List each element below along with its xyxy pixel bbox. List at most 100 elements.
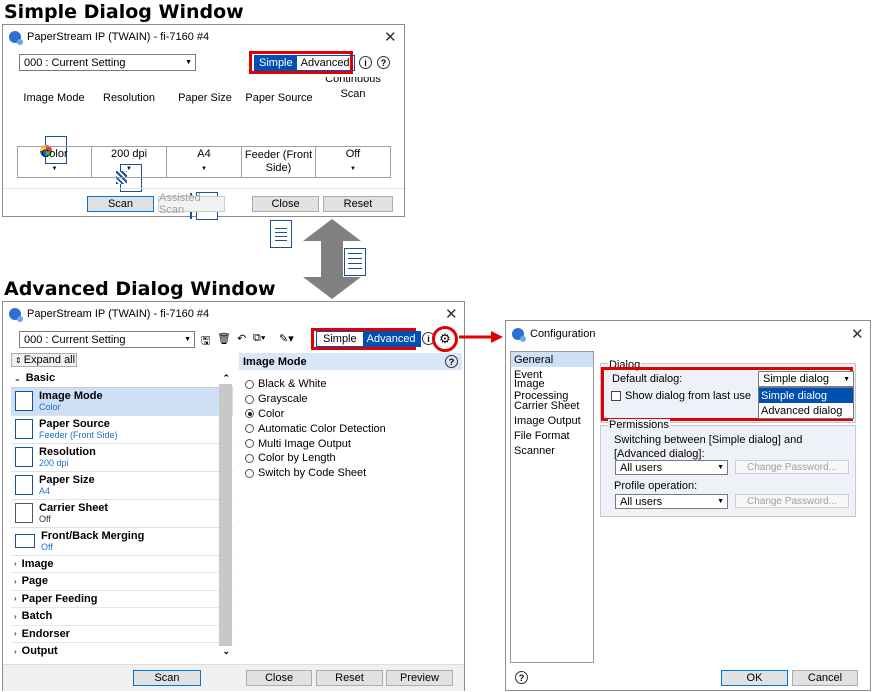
tree-scrollbar[interactable] (219, 384, 232, 646)
category-output[interactable]: › Output ⌄ (11, 643, 233, 660)
nav-item-paper-size[interactable]: Paper Size A4 (11, 472, 233, 500)
option-color[interactable]: Color (245, 407, 455, 422)
change-password-button-1[interactable]: Change Password... (735, 460, 849, 474)
category-label: Image (21, 557, 54, 570)
scroll-up-icon[interactable]: ⌃ (222, 373, 230, 384)
paper-source-select[interactable]: Feeder (Front Side) (242, 146, 316, 178)
config-titlebar: Configuration (506, 321, 870, 347)
category-paper-feeding[interactable]: › Paper Feeding (11, 591, 233, 608)
nav-item-value: Feeder (Front Side) (39, 429, 118, 440)
info-icon[interactable]: i (359, 56, 372, 69)
advanced-mode-highlight: Simple Advanced (311, 328, 421, 350)
paper-source-icon (15, 419, 33, 439)
nav-item-carrier-sheet[interactable]: Carrier Sheet Off (11, 500, 233, 528)
category-label: Endorser (21, 627, 70, 640)
resolution-select[interactable]: 200 dpi ▼ (92, 146, 167, 178)
category-page[interactable]: › Page (11, 573, 233, 591)
edit-icon[interactable]: ✎▾ (279, 332, 294, 345)
preview-button[interactable]: Preview (386, 670, 453, 686)
nav-item-image-mode[interactable]: Image Mode Color (11, 387, 233, 416)
delete-icon[interactable]: 🗑 (217, 332, 231, 345)
copy-icon[interactable]: ⧉▾ (253, 332, 265, 345)
switching-permission-select[interactable]: All users ▼ (615, 460, 728, 475)
chevron-down-icon: ▼ (717, 498, 724, 505)
config-nav-general[interactable]: General (511, 352, 593, 368)
category-basic[interactable]: ⌄ Basic ⌃ (11, 370, 233, 388)
simple-setting-combo[interactable]: 000 : Current Setting ▼ (19, 54, 196, 71)
chevron-down-icon: ⌄ (14, 373, 21, 383)
advanced-setting-combo[interactable]: 000 : Current Setting ▼ (19, 331, 195, 348)
nav-item-front-back-merging[interactable]: Front/Back Merging Off (11, 528, 233, 556)
undo-icon[interactable]: ↶ (237, 332, 246, 345)
help-icon[interactable]: ? (445, 355, 458, 368)
advanced-setting-value: 000 : Current Setting (24, 333, 126, 346)
advanced-mode-advanced[interactable]: Advanced (362, 332, 420, 346)
paper-size-select[interactable]: A4 ▼ (167, 146, 242, 178)
switching-permission-value: All users (620, 461, 663, 474)
close-button[interactable]: Close (246, 670, 312, 686)
configuration-window: Configuration ✕ General Event Image Proc… (505, 320, 871, 691)
scroll-down-icon[interactable]: ⌄ (222, 646, 230, 657)
option-color-by-length[interactable]: Color by Length (245, 451, 455, 466)
option-grayscale[interactable]: Grayscale (245, 392, 455, 407)
image-mode-select[interactable]: Color ▼ (17, 146, 92, 178)
config-nav-scanner[interactable]: Scanner (511, 444, 593, 459)
chevron-right-icon: › (14, 559, 17, 569)
close-icon[interactable]: ✕ (445, 305, 458, 323)
radio-icon (245, 468, 254, 478)
carrier-sheet-icon (15, 503, 33, 523)
reset-button[interactable]: Reset (323, 196, 393, 212)
save-icon[interactable]: 🖫 (201, 332, 210, 351)
settings-gear-icon[interactable]: ⚙ (432, 326, 458, 352)
close-icon[interactable]: ✕ (851, 325, 864, 343)
help-icon[interactable]: ? (377, 56, 390, 69)
nav-item-title: Resolution (39, 445, 96, 458)
ok-button[interactable]: OK (721, 670, 788, 686)
option-label: Multi Image Output (258, 437, 351, 450)
app-icon (512, 328, 526, 342)
option-switch-by-code-sheet[interactable]: Switch by Code Sheet (245, 466, 455, 481)
category-endorser[interactable]: › Endorser (11, 626, 233, 643)
option-label: Color (258, 407, 285, 420)
config-nav-file-format[interactable]: File Format (511, 428, 593, 443)
simple-mode-advanced[interactable]: Advanced (297, 56, 354, 70)
expand-all-button[interactable]: ⇕ Expand all (11, 353, 77, 367)
simple-mode-simple[interactable]: Simple (255, 55, 297, 70)
close-icon[interactable]: ✕ (384, 28, 397, 46)
reset-button[interactable]: Reset (316, 670, 383, 686)
nav-item-paper-source[interactable]: Paper Source Feeder (Front Side) (11, 416, 233, 444)
scan-button[interactable]: Scan (133, 670, 201, 686)
switching-label: Switching between [Simple dialog] and [A… (614, 434, 803, 460)
config-nav-image-output[interactable]: Image Output (511, 413, 593, 428)
radio-selected-icon (245, 409, 254, 419)
col-label-paper-source: Paper Source (245, 92, 313, 104)
change-password-button-2[interactable]: Change Password... (735, 494, 849, 508)
show-last-dialog-checkbox[interactable]: Show dialog from last use (611, 390, 751, 402)
cancel-button[interactable]: Cancel (792, 670, 858, 686)
option-black-white[interactable]: Black & White (245, 377, 455, 392)
assisted-scan-button[interactable]: Assisted Scan (158, 192, 225, 216)
option-multi-image-output[interactable]: Multi Image Output (245, 436, 455, 451)
option-label: Switch by Code Sheet (258, 467, 367, 480)
continuous-scan-value: Off (345, 148, 361, 160)
category-batch[interactable]: › Batch (11, 608, 233, 626)
scan-button[interactable]: Scan (87, 196, 154, 212)
simple-setting-value: 000 : Current Setting (24, 56, 126, 69)
advanced-mode-simple[interactable]: Simple (317, 332, 363, 346)
dropdown-option-advanced[interactable]: Advanced dialog (759, 403, 853, 418)
merging-icon (15, 534, 35, 548)
profile-permission-select[interactable]: All users ▼ (615, 494, 728, 509)
category-image[interactable]: › Image (11, 556, 233, 573)
nav-item-title: Image Mode (39, 389, 103, 402)
option-auto-color-detection[interactable]: Automatic Color Detection (245, 421, 455, 436)
help-icon[interactable]: ? (515, 671, 528, 684)
close-button[interactable]: Close (252, 196, 319, 212)
default-dialog-select[interactable]: Simple dialog ▼ (758, 371, 854, 387)
default-dialog-value: Simple dialog (763, 373, 830, 385)
simple-mode-highlight: Simple Advanced (249, 51, 355, 74)
nav-item-resolution[interactable]: Resolution 200 dpi (11, 444, 233, 472)
config-nav-image-processing[interactable]: Image Processing (511, 378, 593, 402)
continuous-scan-select[interactable]: Off ▼ (316, 146, 391, 178)
nav-item-value: Color (39, 401, 61, 412)
dropdown-option-simple[interactable]: Simple dialog (759, 388, 853, 403)
